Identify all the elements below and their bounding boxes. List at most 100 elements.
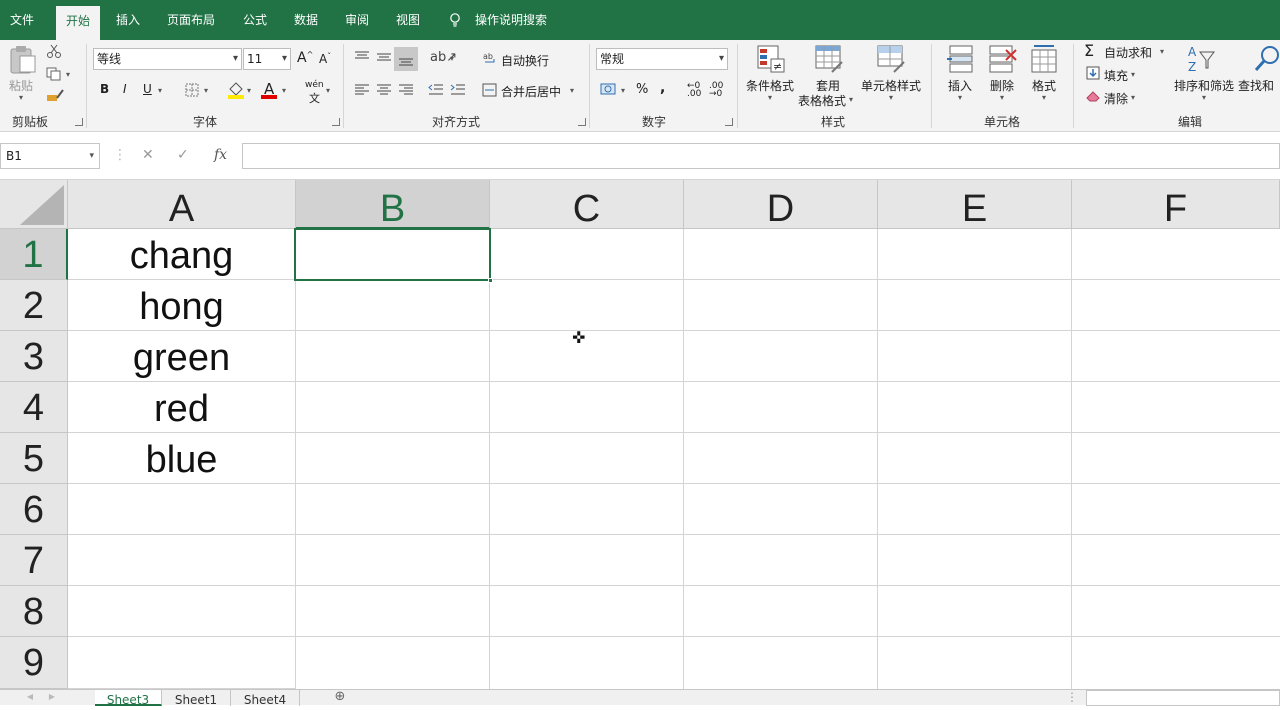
row-header-9[interactable]: 9 [0,637,68,689]
column-header-f[interactable]: F [1072,180,1280,230]
cell-a9[interactable] [68,637,296,689]
insert-function-button[interactable]: fx [214,147,227,163]
cell-a3[interactable]: green [68,331,296,382]
conditional-dropdown-icon[interactable]: ▾ [768,93,772,102]
cell-a4[interactable]: red [68,382,296,433]
paste-icon[interactable] [8,44,38,74]
tab-insert[interactable]: 插入 [116,0,140,40]
clear-dropdown-icon[interactable]: ▾ [1131,93,1135,102]
column-c-cells[interactable] [490,229,684,689]
tell-me-search[interactable]: 操作说明搜索 [475,0,547,40]
scroll-tabs-left-icon[interactable]: ◀ [20,690,40,706]
borders-dropdown-icon[interactable]: ▾ [204,86,208,95]
format-painter-icon[interactable] [46,88,64,102]
number-launcher-icon[interactable] [725,118,733,126]
align-right-icon[interactable] [398,83,414,97]
tab-formulas[interactable]: 公式 [243,0,267,40]
horizontal-scrollbar[interactable] [1086,690,1280,706]
find-select-button[interactable]: 查找和 [1238,77,1274,94]
chevron-down-icon[interactable]: ▾ [89,144,94,168]
grow-font-icon[interactable]: A^ [297,50,313,66]
cell-a2[interactable]: hong [68,280,296,331]
select-all-button[interactable] [0,180,68,229]
copy-dropdown-icon[interactable]: ▾ [66,70,70,79]
phonetic-dropdown-icon[interactable]: ▾ [326,86,330,95]
accounting-format-icon[interactable] [600,82,618,98]
align-top-icon[interactable] [354,50,370,64]
font-color-icon[interactable]: A [261,80,279,100]
add-sheet-icon[interactable]: ⊕ [330,690,350,706]
row-header-2[interactable]: 2 [0,280,68,331]
clipboard-launcher-icon[interactable] [75,118,83,126]
column-header-d[interactable]: D [684,180,878,230]
cancel-entry-icon[interactable]: ✕ [142,147,154,163]
cell-a6[interactable] [68,484,296,535]
row-header-4[interactable]: 4 [0,382,68,433]
format-dropdown-icon[interactable]: ▾ [1042,93,1046,102]
merge-dropdown-icon[interactable]: ▾ [570,86,574,95]
autosum-button[interactable]: 自动求和 [1104,44,1152,61]
sheet-tab-sheet3[interactable]: Sheet3 [95,690,162,707]
bold-button[interactable]: B [100,82,109,96]
font-name-combo[interactable]: 等线 ▾ [93,48,242,70]
accounting-dropdown-icon[interactable]: ▾ [621,86,625,95]
increase-decimal-icon[interactable]: ←0.00 [687,82,701,99]
font-size-combo[interactable]: 11 ▾ [243,48,291,70]
font-color-dropdown-icon[interactable]: ▾ [282,86,286,95]
formula-input[interactable] [242,143,1280,169]
align-left-icon[interactable] [354,83,370,97]
align-middle-icon[interactable] [376,50,392,64]
comma-button[interactable]: , [660,80,665,96]
shrink-font-icon[interactable]: Aˇ [319,52,331,66]
insert-cells-button[interactable]: 插入 [948,77,972,94]
column-header-c[interactable]: C [490,180,684,230]
worksheet-grid[interactable]: A B C D E F 1 2 3 4 5 6 7 8 9 chang hong… [0,180,1280,690]
row-header-5[interactable]: 5 [0,433,68,484]
column-header-a[interactable]: A [68,180,296,230]
column-b-cells[interactable] [296,229,490,689]
row-header-7[interactable]: 7 [0,535,68,586]
cell-a8[interactable] [68,586,296,637]
copy-icon[interactable] [46,67,62,81]
tab-page-layout[interactable]: 页面布局 [167,0,215,40]
format-as-table-button[interactable]: 表格格式 [798,92,846,109]
insert-dropdown-icon[interactable]: ▾ [958,93,962,102]
confirm-entry-icon[interactable]: ✓ [177,147,189,163]
decrease-indent-icon[interactable] [428,83,444,97]
row-header-6[interactable]: 6 [0,484,68,535]
clear-button[interactable]: 清除 [1104,90,1128,107]
decrease-decimal-icon[interactable]: .00 →0 [709,82,723,99]
sheet-tab-sheet1[interactable]: Sheet1 [162,690,231,707]
paste-button[interactable]: 粘贴 [9,77,33,94]
increase-indent-icon[interactable] [450,83,466,97]
row-header-8[interactable]: 8 [0,586,68,637]
column-d-cells[interactable] [684,229,878,689]
font-launcher-icon[interactable] [332,118,340,126]
column-e-cells[interactable] [878,229,1072,689]
alignment-launcher-icon[interactable] [578,118,586,126]
align-bottom-icon[interactable] [394,47,418,71]
underline-dropdown-icon[interactable]: ▾ [158,86,162,95]
percent-button[interactable]: % [636,82,648,97]
tab-split-grip-icon[interactable]: ⋮ [1066,690,1078,706]
cell-styles-button[interactable]: 单元格样式 [861,77,921,94]
fill-color-icon[interactable] [227,81,245,99]
orientation-dropdown-icon[interactable]: ▾ [450,54,454,63]
column-header-b[interactable]: B [296,180,490,230]
column-header-e[interactable]: E [878,180,1072,230]
underline-button[interactable]: U [143,82,152,96]
fill-handle[interactable] [488,278,493,283]
fill-dropdown-icon[interactable]: ▾ [1131,70,1135,79]
phonetic-guide-icon[interactable]: wén [305,80,324,90]
delete-dropdown-icon[interactable]: ▾ [1000,93,1004,102]
name-box[interactable]: B1 ▾ [0,143,100,169]
sheet-tab-sheet4[interactable]: Sheet4 [231,690,300,707]
tab-data[interactable]: 数据 [294,0,318,40]
row-header-3[interactable]: 3 [0,331,68,382]
delete-cells-button[interactable]: 删除 [990,77,1014,94]
row-header-1[interactable]: 1 [0,229,68,280]
tab-home[interactable]: 开始 [56,6,101,40]
selected-cell-b1[interactable] [294,228,493,283]
number-format-combo[interactable]: 常规 ▾ [596,48,728,70]
column-f-cells[interactable] [1072,229,1280,689]
